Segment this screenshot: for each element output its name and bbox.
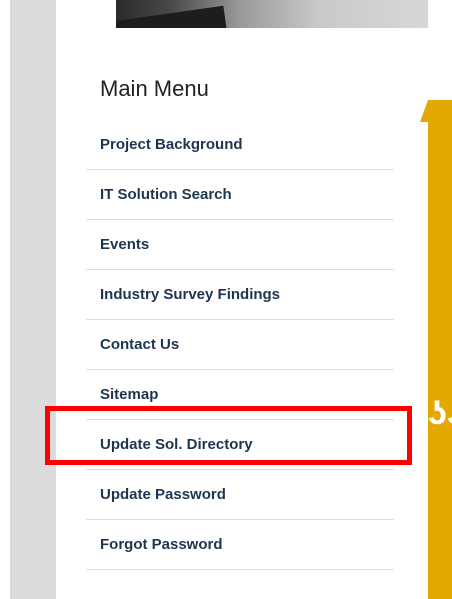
main-menu-title: Main Menu xyxy=(100,76,209,101)
page-left-margin xyxy=(0,0,10,599)
accent-decorative-graphic: ʖʖʖʖʖ xyxy=(428,398,452,432)
menu-item-update-password[interactable]: Update Password xyxy=(86,470,394,520)
menu-item-it-solution-search[interactable]: IT Solution Search xyxy=(86,170,394,220)
header-banner-image xyxy=(116,0,428,28)
highlight-box xyxy=(45,406,412,465)
menu-item-forgot-password[interactable]: Forgot Password xyxy=(86,520,394,570)
menu-item-events[interactable]: Events xyxy=(86,220,394,270)
menu-item-industry-survey-findings[interactable]: Industry Survey Findings xyxy=(86,270,394,320)
menu-item-contact-us[interactable]: Contact Us xyxy=(86,320,394,370)
main-menu-list: Project Background IT Solution Search Ev… xyxy=(86,120,394,570)
main-menu: Main Menu Project Background IT Solution… xyxy=(86,70,394,570)
sidebar-gray-band xyxy=(10,0,56,599)
menu-item-project-background[interactable]: Project Background xyxy=(86,120,394,170)
